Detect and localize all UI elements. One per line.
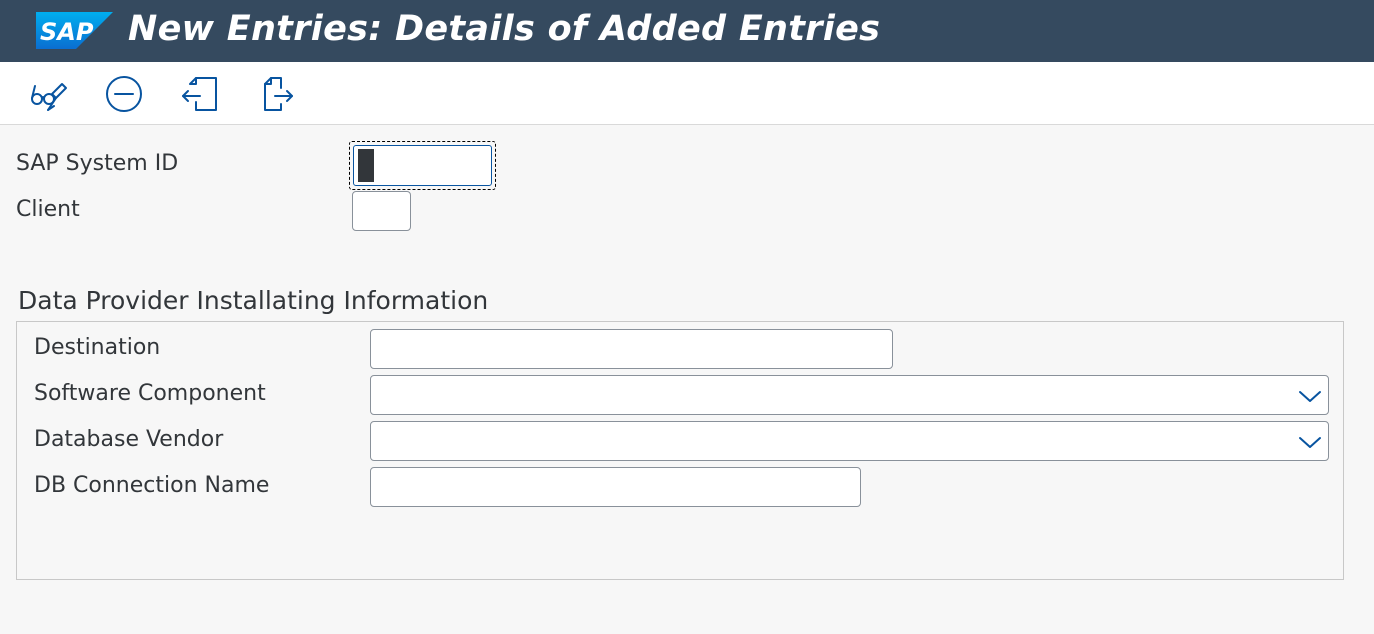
client-input[interactable] [352, 191, 411, 231]
system-id-label: SAP System ID [16, 151, 179, 176]
text-cursor [358, 149, 374, 182]
db-connection-name-label: DB Connection Name [34, 473, 270, 498]
database-vendor-select[interactable] [370, 421, 1329, 461]
client-label: Client [16, 197, 80, 222]
title-bar: SAP New Entries: Details of Added Entrie… [0, 0, 1374, 62]
svg-text:SAP: SAP [40, 18, 94, 46]
destination-input[interactable] [370, 329, 893, 369]
database-vendor-label: Database Vendor [34, 427, 224, 452]
page-title: New Entries: Details of Added Entries [128, 9, 881, 49]
previous-entry-button[interactable] [180, 74, 220, 114]
sap-logo-icon: SAP [36, 12, 113, 49]
destination-label: Destination [34, 335, 161, 360]
chevron-down-icon [1299, 437, 1321, 448]
next-entry-icon [264, 77, 293, 111]
next-entry-button[interactable] [255, 74, 295, 114]
group-title: Data Provider Installating Information [18, 286, 489, 315]
delete-button[interactable] [104, 74, 144, 114]
previous-entry-icon [182, 77, 217, 111]
application-toolbar [0, 62, 1374, 125]
software-component-select[interactable] [370, 375, 1329, 415]
software-component-label: Software Component [34, 381, 266, 406]
db-connection-name-input[interactable] [370, 467, 861, 507]
chevron-down-icon [1299, 391, 1321, 402]
display-change-button[interactable] [28, 74, 68, 114]
delete-icon [106, 76, 142, 112]
display-change-icon [31, 83, 67, 111]
